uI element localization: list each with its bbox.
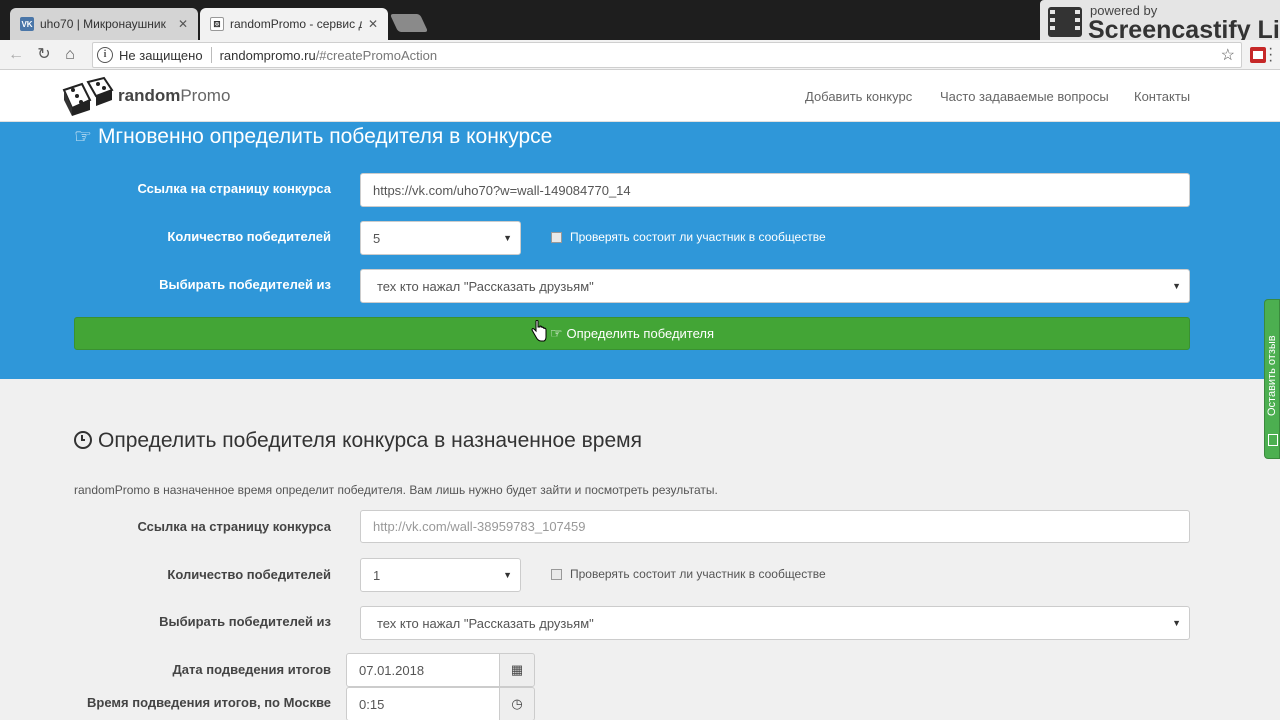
determine-winner-label: Определить победителя bbox=[566, 326, 715, 341]
scheduled-title: Определить победителя конкурса в назначе… bbox=[74, 429, 642, 453]
link-label: Ссылка на страницу конкурса bbox=[137, 181, 331, 196]
winners-count-label: Количество победителей bbox=[167, 229, 331, 244]
winners-count-select[interactable]: 1 ▼ bbox=[360, 558, 521, 592]
logo-bold: random bbox=[118, 86, 181, 105]
contest-link-input[interactable]: http://vk.com/wall-38959783_107459 bbox=[360, 510, 1190, 543]
pick-from-select[interactable]: тех кто нажал "Рассказать друзьям" ▼ bbox=[360, 606, 1190, 640]
caret-down-icon: ▼ bbox=[503, 570, 512, 580]
winners-count-select[interactable]: 5 ▼ bbox=[360, 221, 521, 255]
close-icon[interactable]: ✕ bbox=[368, 17, 378, 31]
nav-contacts[interactable]: Контакты bbox=[1134, 89, 1190, 104]
instant-title-text: Мгновенно определить победителя в конкур… bbox=[97, 125, 553, 148]
browser-tab-active[interactable]: ⚄ randomPromo - сервис д ✕ bbox=[200, 8, 388, 40]
link-label: Ссылка на страницу конкурса bbox=[137, 519, 331, 534]
vk-icon: VK bbox=[20, 17, 34, 31]
logo-normal: Promo bbox=[180, 86, 231, 105]
pick-from-value: тех кто нажал "Рассказать друзьям" bbox=[377, 278, 594, 294]
nav-add-contest[interactable]: Добавить конкурс bbox=[805, 89, 912, 104]
clock-icon[interactable]: ◷ bbox=[499, 687, 535, 720]
site-logo[interactable]: randomPromo bbox=[118, 86, 230, 106]
tab-title: uho70 | Микронаушник bbox=[40, 17, 166, 31]
reload-icon[interactable]: ↻ bbox=[34, 45, 54, 65]
time-label: Время подведения итогов, по Москве bbox=[87, 695, 331, 710]
bookmark-star-icon[interactable]: ☆ bbox=[1221, 45, 1235, 65]
winners-count-label: Количество победителей bbox=[167, 567, 331, 582]
scheduled-description: randomPromo в назначенное время определи… bbox=[74, 483, 718, 497]
membership-checkbox[interactable]: Проверять состоит ли участник в сообщест… bbox=[551, 567, 826, 581]
tab-title: randomPromo - сервис д bbox=[230, 17, 362, 31]
pick-from-select[interactable]: тех кто нажал "Рассказать друзьям" ▼ bbox=[360, 269, 1190, 303]
time-input[interactable]: 0:15 bbox=[346, 687, 500, 720]
contest-link-input[interactable]: https://vk.com/uho70?w=wall-149084770_14 bbox=[360, 173, 1190, 207]
film-icon bbox=[1048, 7, 1082, 37]
determine-winner-button[interactable]: ☞ Определить победителя bbox=[74, 317, 1190, 350]
feedback-label: Оставить отзыв bbox=[1266, 335, 1278, 416]
feedback-tab[interactable]: Оставить отзыв bbox=[1264, 299, 1280, 459]
site-header: randomPromo Добавить конкурс Часто задав… bbox=[0, 70, 1280, 122]
scheduled-title-text: Определить победителя конкурса в назначе… bbox=[98, 429, 642, 452]
hand-pointer-icon: ☞ bbox=[549, 325, 563, 341]
new-tab-button[interactable] bbox=[389, 14, 429, 32]
address-bar[interactable]: i Не защищено randompromo.ru/#createProm… bbox=[92, 42, 1242, 68]
calendar-icon[interactable]: ▦ bbox=[499, 653, 535, 687]
caret-down-icon: ▼ bbox=[1172, 618, 1181, 628]
url-path: /#createPromoAction bbox=[315, 47, 438, 63]
hand-cursor-icon bbox=[531, 320, 547, 342]
browser-toolbar: ← ↻ ⌂ i Не защищено randompromo.ru/#crea… bbox=[0, 40, 1280, 70]
dice-icon: ⚄ bbox=[210, 17, 224, 31]
note-icon bbox=[1268, 434, 1278, 446]
security-label[interactable]: Не защищено bbox=[119, 48, 203, 63]
hand-pointer-icon: ☞ bbox=[74, 126, 92, 148]
screencastify-watermark: powered by Screencastify Lit bbox=[1040, 0, 1280, 44]
back-icon[interactable]: ← bbox=[6, 45, 26, 65]
dice-logo-icon bbox=[62, 76, 114, 116]
clock-icon bbox=[74, 431, 92, 449]
winners-count-value: 1 bbox=[373, 567, 381, 583]
extension-icon[interactable] bbox=[1250, 47, 1266, 63]
checkbox[interactable] bbox=[551, 231, 562, 243]
pick-from-label: Выбирать победителей из bbox=[159, 614, 331, 629]
browser-menu-icon[interactable]: · · · bbox=[1268, 41, 1274, 69]
browser-tab[interactable]: VK uho70 | Микронаушник ✕ bbox=[10, 8, 198, 40]
pick-from-value: тех кто нажал "Рассказать друзьям" bbox=[377, 615, 594, 631]
caret-down-icon: ▼ bbox=[503, 233, 512, 243]
nav-faq[interactable]: Часто задаваемые вопросы bbox=[940, 89, 1109, 104]
pick-from-label: Выбирать победителей из bbox=[159, 277, 331, 292]
divider bbox=[210, 47, 212, 63]
instant-winner-section: ☞ Мгновенно определить победителя в конку… bbox=[0, 122, 1280, 379]
info-icon[interactable]: i bbox=[97, 47, 113, 63]
winners-count-value: 5 bbox=[373, 230, 381, 246]
date-input[interactable]: 07.01.2018 bbox=[346, 653, 500, 687]
close-icon[interactable]: ✕ bbox=[178, 17, 188, 31]
scheduled-winner-section: Определить победителя конкурса в назначе… bbox=[0, 379, 1280, 720]
url-host: randompromo.ru bbox=[219, 47, 316, 63]
caret-down-icon: ▼ bbox=[1172, 281, 1181, 291]
date-label: Дата подведения итогов bbox=[172, 662, 331, 677]
membership-label: Проверять состоит ли участник в сообщест… bbox=[570, 567, 826, 581]
checkbox[interactable] bbox=[551, 568, 562, 580]
membership-checkbox[interactable]: Проверять состоит ли участник в сообщест… bbox=[551, 230, 826, 244]
home-icon[interactable]: ⌂ bbox=[60, 45, 80, 65]
membership-label: Проверять состоит ли участник в сообщест… bbox=[570, 230, 826, 244]
instant-title: ☞ Мгновенно определить победителя в конку… bbox=[74, 124, 552, 149]
